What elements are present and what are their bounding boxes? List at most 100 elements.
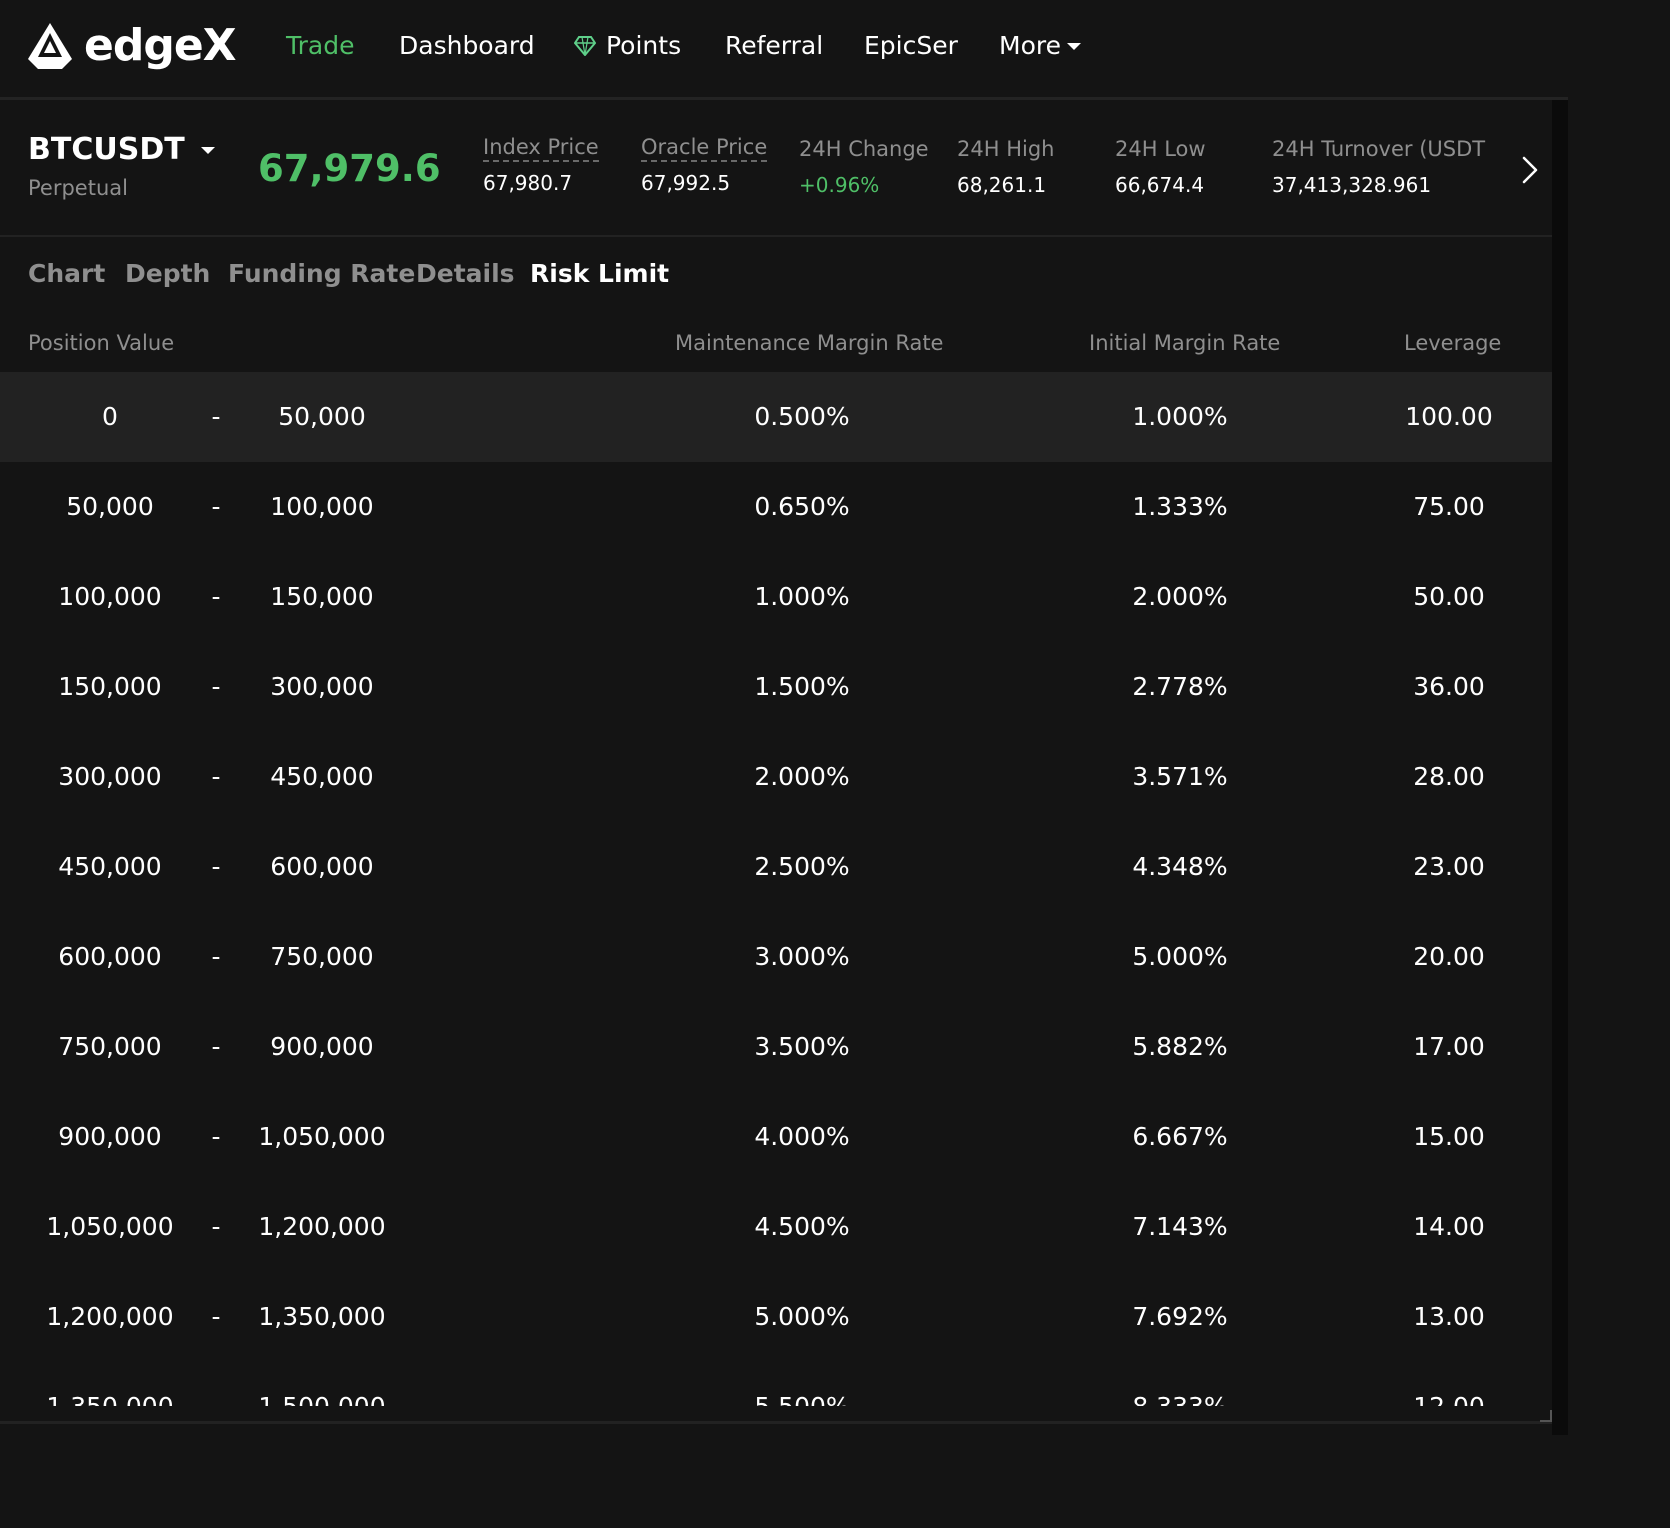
initial-margin-rate: 4.348% — [1132, 852, 1228, 881]
position-value-from: 600,000 — [58, 942, 162, 971]
symbol-selector[interactable]: BTCUSDT Perpetual — [28, 130, 215, 200]
initial-margin-rate: 7.143% — [1132, 1212, 1228, 1241]
maintenance-margin-rate: 1.500% — [754, 672, 850, 701]
chevron-down-icon — [1066, 42, 1081, 50]
leverage-value: 23.00 — [1413, 852, 1485, 881]
position-value-to: 600,000 — [270, 852, 374, 881]
table-row: 300,000-450,000 2.000% 3.571% 28.00 — [0, 732, 1552, 822]
nav-referral[interactable]: Referral — [725, 28, 823, 64]
leverage-value: 12.00 — [1349, 1362, 1549, 1406]
leverage-value: 28.00 — [1413, 762, 1485, 791]
position-value-from: 0 — [102, 402, 118, 431]
symbol-name: BTCUSDT — [28, 132, 185, 167]
tab-chart[interactable]: Chart — [28, 256, 105, 292]
maintenance-margin-rate: 5.000% — [754, 1302, 850, 1331]
stat-value: +0.96% — [799, 173, 880, 197]
stat-oracle-price: Oracle Price 67,992.5 — [641, 134, 768, 196]
nav-more[interactable]: More — [999, 28, 1081, 64]
nav-trade[interactable]: Trade — [286, 28, 354, 64]
leverage-value: 14.00 — [1413, 1212, 1485, 1241]
diamond-icon — [574, 36, 596, 56]
table-row: 750,000-900,000 3.500% 5.882% 17.00 — [0, 1002, 1552, 1092]
maintenance-margin-rate: 2.000% — [754, 762, 850, 791]
position-value-to: 300,000 — [270, 672, 374, 701]
stat-label: 24H Turnover (USDT) — [1272, 137, 1486, 161]
initial-margin-rate: 7.692% — [1132, 1302, 1228, 1331]
table-row: 450,000-600,000 2.500% 4.348% 23.00 — [0, 822, 1552, 912]
position-value-to: 900,000 — [270, 1032, 374, 1061]
nav-dashboard[interactable]: Dashboard — [399, 28, 535, 64]
stat-label: 24H High — [957, 137, 1055, 161]
position-value-from: 450,000 — [58, 852, 162, 881]
divider — [0, 1421, 1552, 1424]
stat-value: 66,674.4 — [1115, 173, 1205, 197]
ticker-bar: BTCUSDT Perpetual 67,979.6 Index Price 6… — [0, 100, 1552, 237]
leverage-value: 75.00 — [1413, 492, 1485, 521]
scrollbar-track[interactable] — [1552, 100, 1568, 1435]
initial-margin-rate: 2.000% — [1132, 582, 1228, 611]
edgex-logo[interactable]: edgeX — [26, 20, 237, 72]
leverage-value: 15.00 — [1413, 1122, 1485, 1151]
initial-margin-rate: 2.778% — [1132, 672, 1228, 701]
table-row: 150,000-300,000 1.500% 2.778% 36.00 — [0, 642, 1552, 732]
maintenance-margin-rate: 0.500% — [754, 402, 850, 431]
position-value-to: 450,000 — [270, 762, 374, 791]
tab-depth[interactable]: Depth — [125, 256, 210, 292]
stat-label: 24H Change — [799, 137, 929, 161]
tab-risk-limit[interactable]: Risk Limit — [530, 256, 669, 292]
stat-value: 67,992.5 — [641, 171, 731, 195]
table-row: 50,000-100,000 0.650% 1.333% 75.00 — [0, 462, 1552, 552]
chevron-right-icon[interactable] — [1516, 152, 1542, 188]
position-value-from: 150,000 — [58, 672, 162, 701]
position-value-from: 1,200,000 — [46, 1302, 174, 1331]
table-row: 600,000-750,000 3.000% 5.000% 20.00 — [0, 912, 1552, 1002]
brand-name: edgeX — [84, 20, 237, 71]
initial-margin-rate: 3.571% — [1132, 762, 1228, 791]
nav-points[interactable]: Points — [574, 28, 681, 64]
maintenance-margin-rate: 4.500% — [754, 1212, 850, 1241]
table-row: 900,000-1,050,000 4.000% 6.667% 15.00 — [0, 1092, 1552, 1182]
maintenance-margin-rate: 1.000% — [754, 582, 850, 611]
table-row: 1,050,000-1,200,000 4.500% 7.143% 14.00 — [0, 1182, 1552, 1272]
resize-handle[interactable] — [1540, 1410, 1552, 1422]
position-value-to: 100,000 — [270, 492, 374, 521]
maintenance-margin-rate: 0.650% — [754, 492, 850, 521]
header-position-value: Position Value — [28, 331, 175, 355]
maintenance-margin-rate: 3.000% — [754, 942, 850, 971]
position-value-from: 750,000 — [58, 1032, 162, 1061]
initial-margin-rate: 1.333% — [1132, 492, 1228, 521]
risk-limit-table: 0-50,000 0.500% 1.000% 100.00 50,000-100,000… — [0, 372, 1552, 1406]
stat-24h-change: 24H Change +0.96% — [799, 134, 929, 198]
position-value-to: 1,200,000 — [258, 1212, 386, 1241]
stat-label[interactable]: Index Price — [483, 134, 599, 162]
tab-funding-rate[interactable]: Funding Rate — [228, 256, 415, 292]
leverage-value: 100.00 — [1405, 402, 1493, 431]
leverage-value: 20.00 — [1413, 942, 1485, 971]
stat-label: 24H Low — [1115, 137, 1206, 161]
last-price: 67,979.6 — [258, 147, 441, 190]
top-navigation: edgeX Trade Dashboard Points Referral Ep… — [0, 0, 1568, 100]
stat-value: 37,413,328.961 — [1272, 173, 1432, 197]
stat-label[interactable]: Oracle Price — [641, 134, 768, 162]
position-value-from: 50,000 — [66, 492, 154, 521]
stat-value: 68,261.1 — [957, 173, 1047, 197]
initial-margin-rate: 5.882% — [1132, 1032, 1228, 1061]
stat-24h-low: 24H Low 66,674.4 — [1115, 134, 1206, 198]
maintenance-margin-rate: 2.500% — [754, 852, 850, 881]
nav-more-label: More — [999, 31, 1061, 60]
leverage-value: 36.00 — [1413, 672, 1485, 701]
header-initial-margin-rate: Initial Margin Rate — [1089, 331, 1281, 355]
chevron-down-icon — [200, 146, 215, 154]
table-row: 0-50,000 0.500% 1.000% 100.00 — [0, 372, 1552, 462]
initial-margin-rate: 6.667% — [1132, 1122, 1228, 1151]
position-value-to: 1,350,000 — [258, 1302, 386, 1331]
nav-epicser[interactable]: EpicSer — [864, 28, 958, 64]
position-value-to: 150,000 — [270, 582, 374, 611]
table-row: 100,000-150,000 1.000% 2.000% 50.00 — [0, 552, 1552, 642]
position-value-from: 1,350,000 — [10, 1362, 210, 1406]
edgex-logo-icon — [28, 23, 72, 69]
position-value-from: 300,000 — [58, 762, 162, 791]
initial-margin-rate: 8.333% — [1030, 1362, 1330, 1406]
header-maintenance-margin-rate: Maintenance Margin Rate — [675, 331, 944, 355]
tab-details[interactable]: Details — [416, 256, 515, 292]
